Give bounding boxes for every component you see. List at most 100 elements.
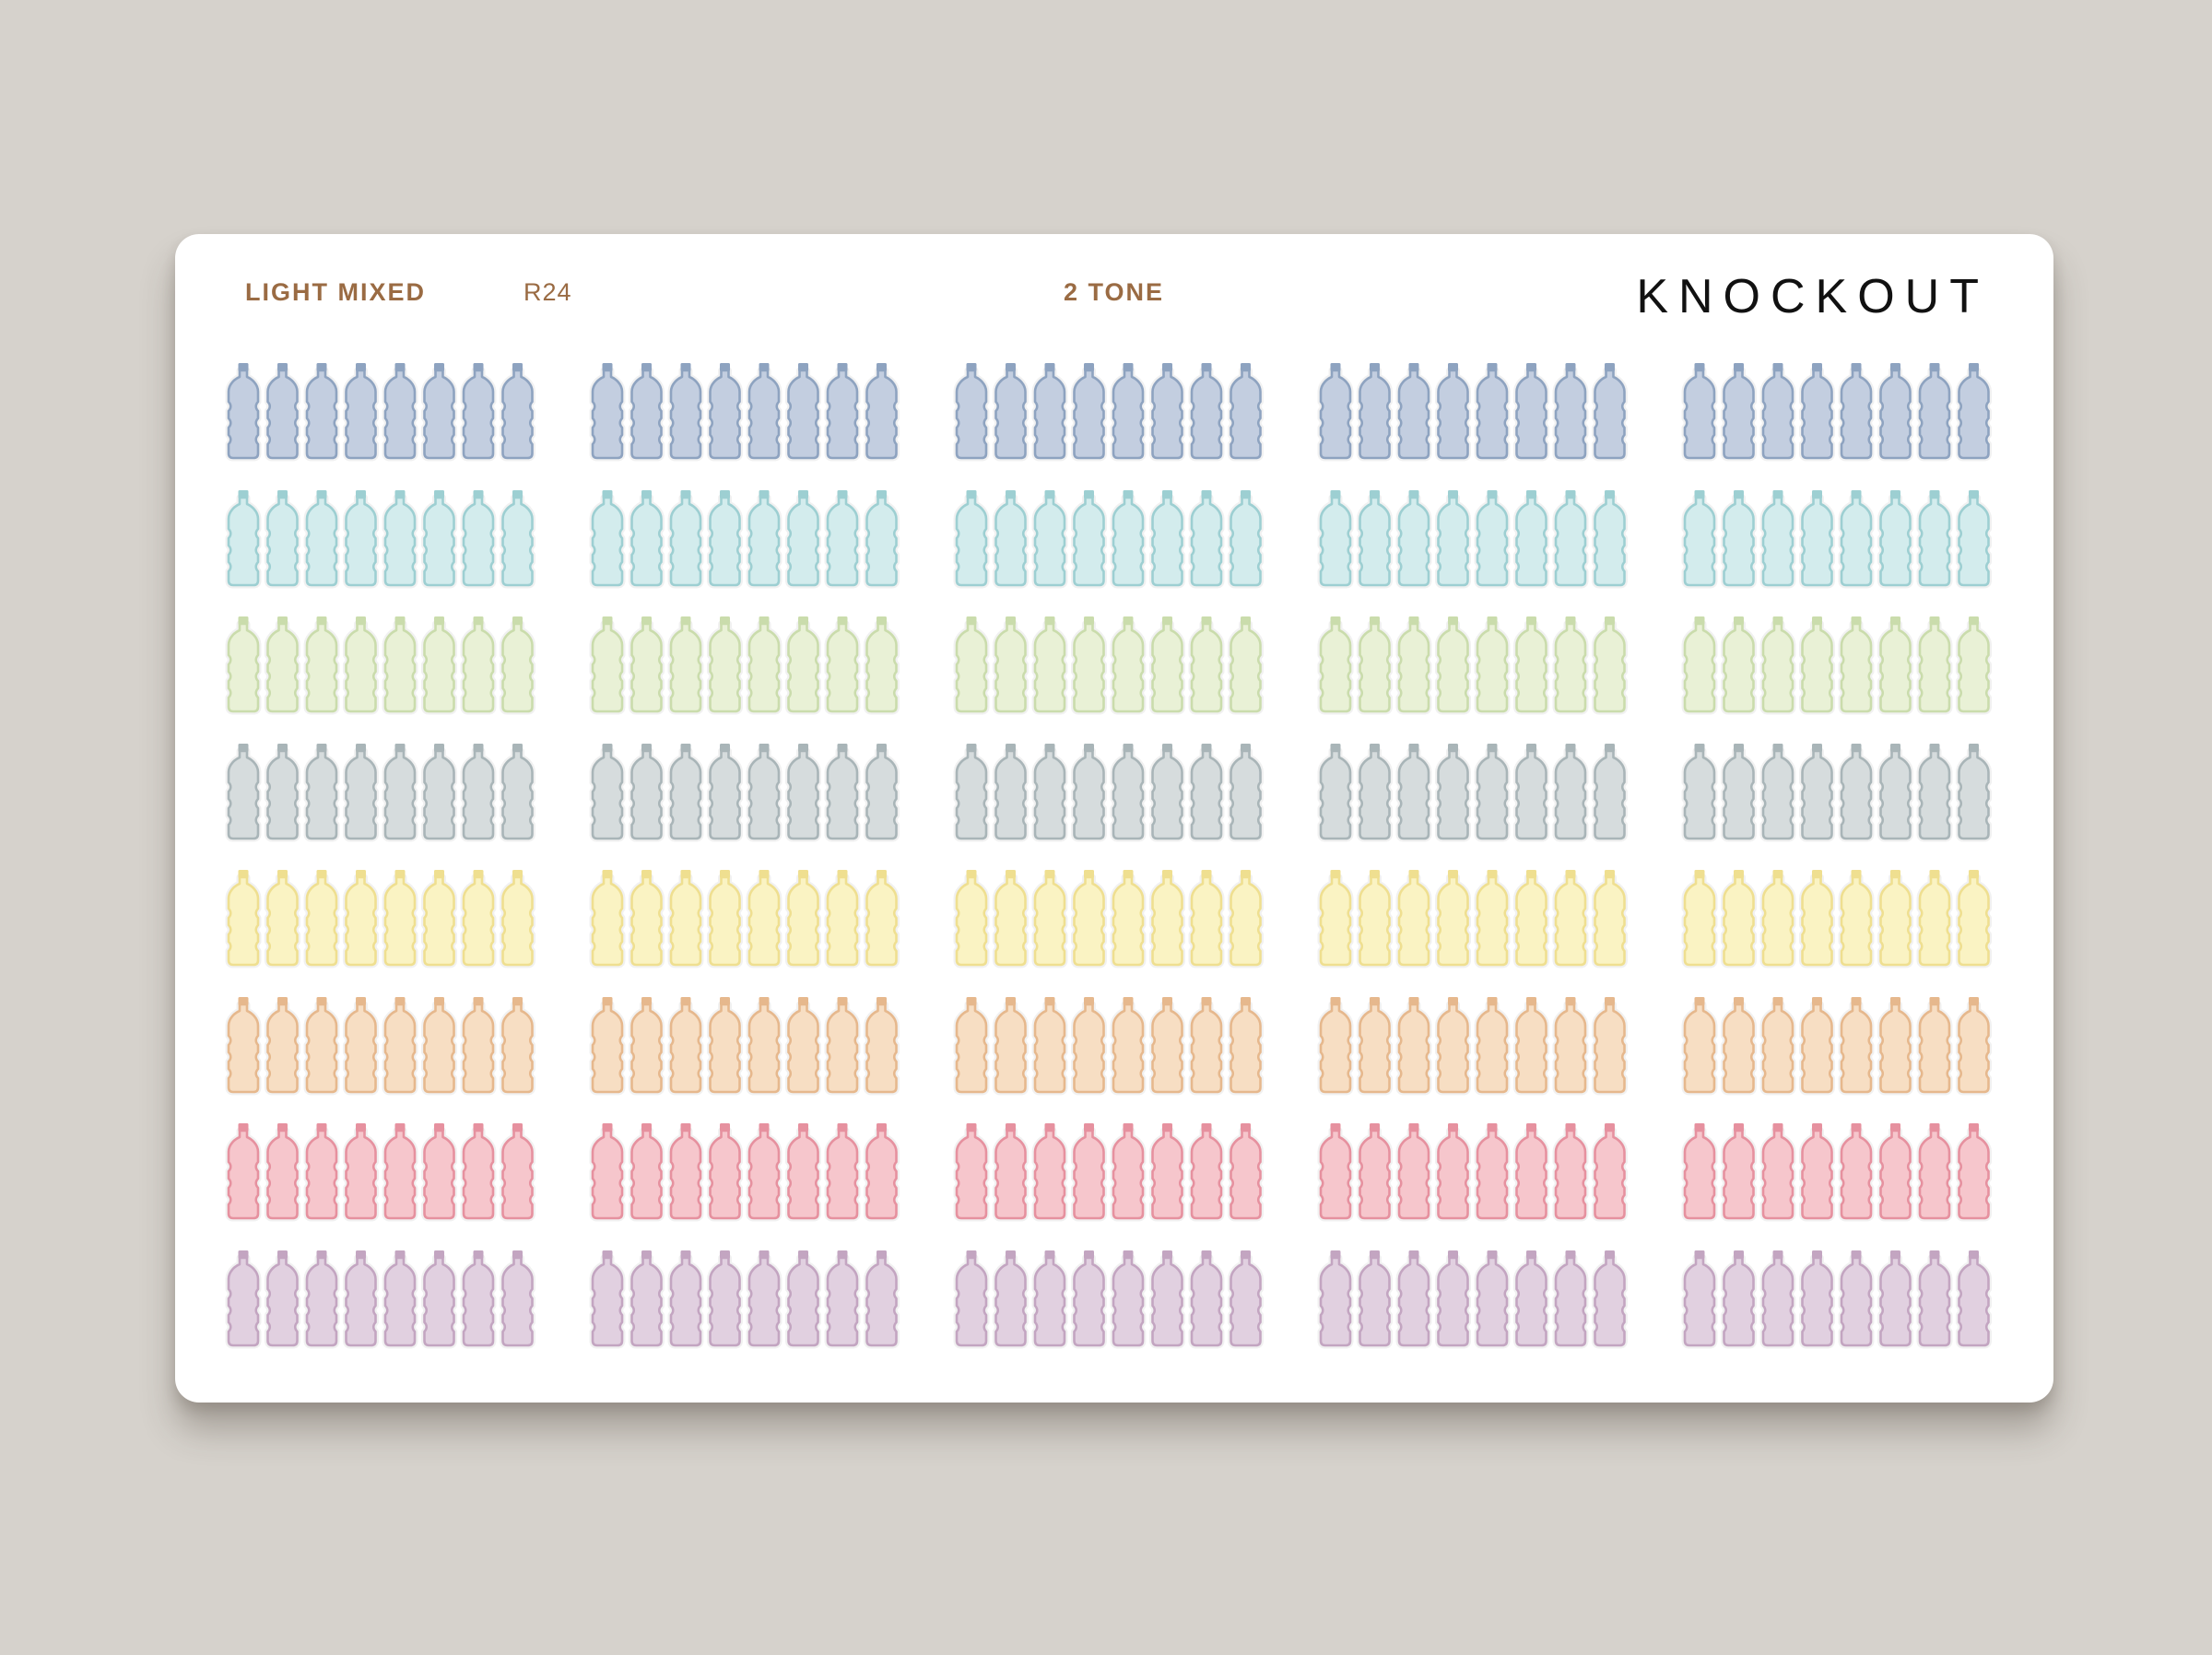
- water-bottle-icon: [421, 996, 457, 1095]
- water-bottle-icon: [1681, 363, 1718, 462]
- bottle-body: [1359, 1256, 1391, 1346]
- bottle-body: [383, 1129, 417, 1220]
- bottle-body: [1958, 1003, 1990, 1093]
- bottle-body: [591, 369, 624, 460]
- water-bottle-icon: [265, 1123, 300, 1222]
- bottle-body: [1840, 749, 1873, 839]
- bottle-body: [1801, 749, 1833, 839]
- bottle-body: [1476, 622, 1509, 713]
- water-bottle-icon: [1513, 870, 1549, 968]
- bottle-body: [423, 369, 455, 460]
- bottle-body: [1879, 875, 1912, 967]
- water-bottle-icon: [1513, 616, 1549, 715]
- water-bottle-icon: [1228, 996, 1264, 1095]
- bottle-body: [787, 369, 819, 460]
- bottle-body: [1033, 1003, 1066, 1093]
- water-bottle-icon: [1513, 996, 1549, 1095]
- water-bottle-icon: [589, 1250, 626, 1348]
- bottle-body: [266, 1129, 299, 1220]
- water-bottle-icon: [1031, 616, 1068, 715]
- water-bottle-icon: [1474, 870, 1511, 968]
- bottle-body: [462, 369, 495, 460]
- water-bottle-icon: [382, 489, 418, 588]
- water-bottle-icon: [993, 996, 1029, 1095]
- bottle-body: [669, 496, 702, 586]
- bottle-body: [1397, 875, 1430, 967]
- sticker-strip-gray: [225, 740, 547, 849]
- bottle-body: [669, 749, 702, 839]
- bottle-body: [345, 875, 377, 967]
- bottle-body: [383, 1003, 417, 1093]
- bottle-body: [1190, 1256, 1223, 1346]
- bottle-strip-graphic: [1317, 363, 1628, 462]
- bottle-strip-graphic: [1681, 1250, 1992, 1348]
- water-bottle-icon: [1681, 616, 1718, 715]
- water-bottle-icon: [343, 1250, 379, 1348]
- sticker-strip-peach: [953, 993, 1276, 1102]
- sticker-strip-aqua: [1681, 487, 2004, 595]
- water-bottle-icon: [824, 743, 861, 841]
- water-bottle-icon: [1357, 1123, 1393, 1222]
- bottle-body: [1515, 369, 1547, 460]
- bottle-body: [1683, 1003, 1716, 1093]
- water-bottle-icon: [1317, 489, 1354, 588]
- bottle-body: [1397, 1003, 1430, 1093]
- water-bottle-icon: [1552, 616, 1589, 715]
- water-bottle-icon: [1681, 870, 1718, 968]
- bottle-body: [1761, 369, 1794, 460]
- bottle-body: [747, 749, 781, 839]
- water-bottle-icon: [1721, 996, 1757, 1095]
- bottle-body: [1230, 369, 1262, 460]
- water-bottle-icon: [1916, 996, 1953, 1095]
- bottle-body: [305, 749, 338, 839]
- water-bottle-icon: [993, 616, 1029, 715]
- water-bottle-icon: [1592, 996, 1628, 1095]
- water-bottle-icon: [1474, 1123, 1511, 1222]
- bottle-body: [826, 1129, 859, 1220]
- water-bottle-icon: [1149, 996, 1185, 1095]
- water-bottle-icon: [1916, 743, 1953, 841]
- bottle-body: [1761, 1256, 1794, 1346]
- bottle-body: [462, 1129, 495, 1220]
- bottle-body: [865, 496, 898, 586]
- water-bottle-icon: [785, 996, 821, 1095]
- bottle-body: [1319, 1003, 1352, 1093]
- water-bottle-icon: [1592, 1123, 1628, 1222]
- bottle-body: [1112, 1003, 1145, 1093]
- water-bottle-icon: [1681, 1250, 1718, 1348]
- water-bottle-icon: [460, 996, 497, 1095]
- water-bottle-icon: [1031, 743, 1068, 841]
- bottle-body: [1761, 875, 1794, 967]
- bottle-body: [1515, 875, 1547, 967]
- bottle-body: [747, 1129, 781, 1220]
- bottle-strip-graphic: [589, 363, 900, 462]
- water-bottle-icon: [1721, 1250, 1757, 1348]
- bottle-body: [591, 496, 624, 586]
- sticker-strip-aqua: [225, 487, 547, 595]
- water-bottle-icon: [1188, 1123, 1225, 1222]
- water-bottle-icon: [864, 489, 900, 588]
- water-bottle-icon: [460, 1123, 497, 1222]
- bottle-body: [1319, 622, 1352, 713]
- water-bottle-icon: [1395, 996, 1432, 1095]
- water-bottle-icon: [421, 743, 457, 841]
- bottle-body: [994, 875, 1027, 967]
- water-bottle-icon: [1110, 743, 1147, 841]
- sticker-strip-gray: [1317, 740, 1640, 849]
- bottle-body: [591, 875, 624, 967]
- bottle-body: [423, 622, 455, 713]
- bottle-body: [305, 1003, 338, 1093]
- water-bottle-icon: [1799, 996, 1835, 1095]
- water-bottle-icon: [1395, 363, 1432, 462]
- bottle-body: [1437, 1003, 1469, 1093]
- water-bottle-icon: [303, 489, 340, 588]
- water-bottle-icon: [1592, 363, 1628, 462]
- sticker-strip-yellow: [1681, 866, 2004, 975]
- bottle-body: [1515, 1129, 1547, 1220]
- bottle-body: [1033, 622, 1066, 713]
- bottle-body: [865, 1256, 898, 1346]
- bottle-body: [1840, 1003, 1873, 1093]
- bottle-strip-graphic: [1317, 489, 1628, 588]
- bottle-body: [227, 1129, 260, 1220]
- bottle-body: [1319, 1256, 1352, 1346]
